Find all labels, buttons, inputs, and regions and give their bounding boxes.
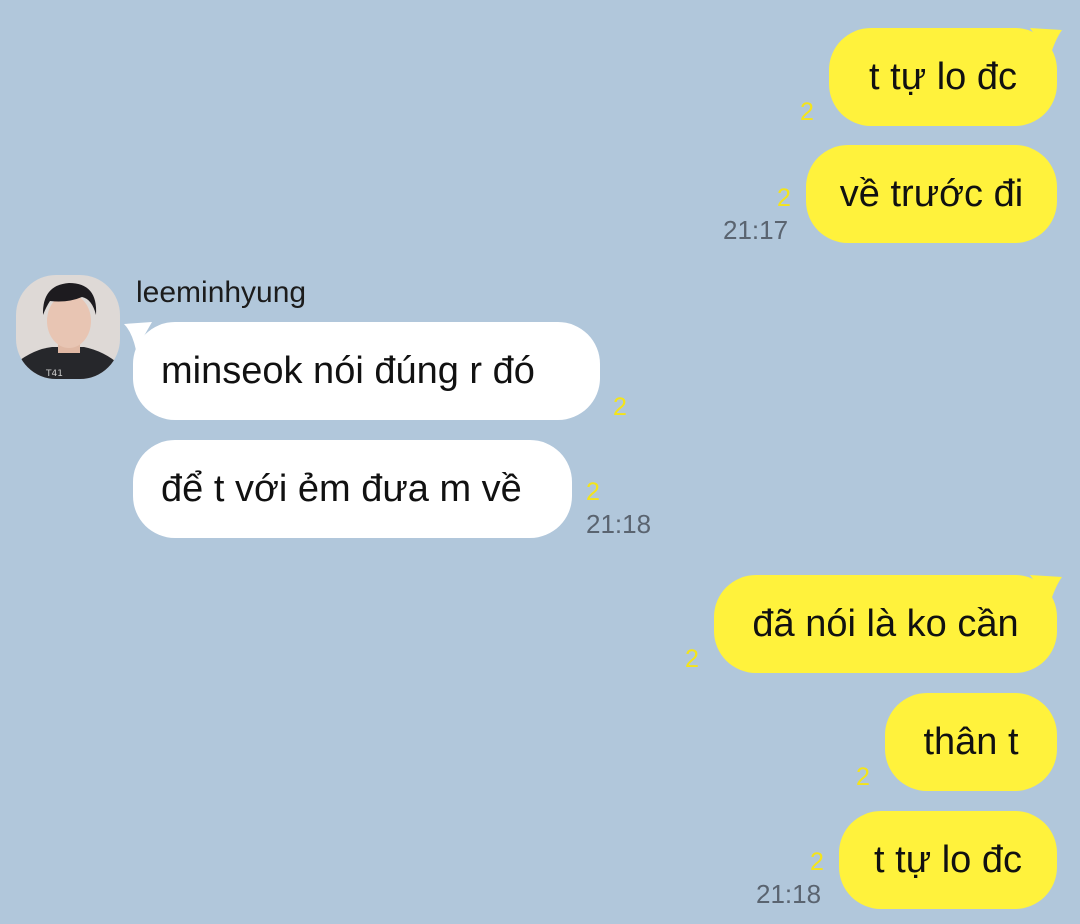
unread-count: 2	[810, 848, 824, 876]
bubble-tail	[1030, 28, 1062, 56]
message-text: đã nói là ko cần	[752, 602, 1019, 645]
message-text: thân t	[923, 720, 1019, 763]
unread-count: 2	[613, 393, 627, 421]
message-timestamp: 21:18	[586, 509, 652, 539]
message-bubble-outgoing[interactable]: về trước đi	[806, 145, 1057, 243]
svg-text:T41: T41	[45, 369, 63, 379]
message-bubble-outgoing[interactable]: t tự lo đc	[829, 28, 1057, 126]
unread-count: 2	[800, 98, 814, 126]
unread-count: 2	[777, 184, 791, 212]
sender-name: leeminhyung	[136, 276, 307, 309]
message-timestamp: 21:17	[723, 215, 789, 245]
message-bubble-outgoing[interactable]: t tự lo đc	[839, 811, 1057, 909]
message-bubble-incoming[interactable]: minseok nói đúng r đó	[133, 322, 600, 420]
message-text: t tự lo đc	[874, 838, 1022, 881]
avatar[interactable]: T41	[16, 275, 120, 379]
unread-count: 2	[586, 478, 600, 506]
message-text: về trước đi	[839, 172, 1024, 215]
profile-photo-icon: T41	[16, 275, 120, 379]
message-bubble-outgoing[interactable]: thân t	[885, 693, 1057, 791]
bubble-tail	[1030, 575, 1062, 603]
message-text: t tự lo đc	[869, 55, 1017, 98]
message-bubble-incoming[interactable]: để t với ẻm đưa m về	[133, 440, 572, 538]
unread-count: 2	[856, 763, 870, 791]
message-bubble-outgoing[interactable]: đã nói là ko cần	[714, 575, 1057, 673]
message-text: minseok nói đúng r đó	[161, 349, 535, 392]
message-timestamp: 21:18	[756, 879, 822, 909]
message-text: để t với ẻm đưa m về	[161, 467, 522, 510]
unread-count: 2	[685, 645, 699, 673]
